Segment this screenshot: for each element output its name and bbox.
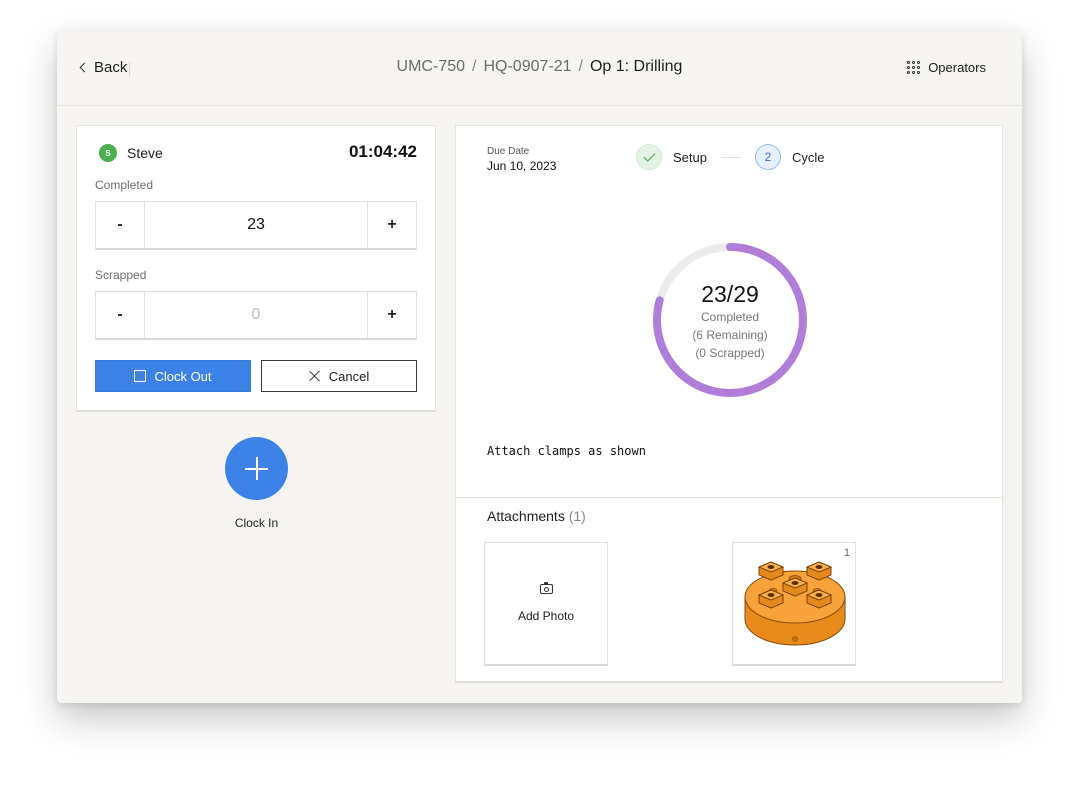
attachments-count: (1) bbox=[568, 508, 586, 524]
breadcrumb-machine[interactable]: UMC-750 bbox=[397, 58, 465, 75]
clock-in-button[interactable] bbox=[225, 437, 288, 500]
operator-name: Steve bbox=[127, 145, 163, 161]
attachments-title: Attachments bbox=[487, 508, 565, 524]
check-icon bbox=[642, 149, 656, 162]
clock-out-label: Clock Out bbox=[154, 368, 212, 384]
operation-instruction: Attach clamps as shown bbox=[487, 444, 646, 458]
completed-input[interactable]: 23 bbox=[145, 202, 367, 248]
add-photo-button[interactable]: Add Photo bbox=[484, 542, 608, 666]
plus-icon bbox=[245, 457, 268, 480]
operator-session-card: S Steve 01:04:42 Completed - 23 + Scrapp… bbox=[76, 125, 436, 412]
progress-summary: 23/29 Completed (6 Remaining) (0 Scrappe… bbox=[650, 240, 810, 400]
scrapped-label: Scrapped bbox=[95, 268, 147, 282]
cancel-button[interactable]: Cancel bbox=[261, 360, 417, 392]
step-setup-status[interactable] bbox=[636, 144, 662, 170]
completed-label: Completed bbox=[95, 178, 154, 192]
progress-completed-label: Completed bbox=[700, 310, 760, 324]
avatar: S bbox=[99, 144, 117, 162]
grid-icon bbox=[907, 61, 921, 74]
clock-in-label: Clock In bbox=[234, 516, 279, 530]
clock-out-button[interactable]: Clock Out bbox=[95, 360, 251, 392]
top-bar: Back UMC-750/HQ-0907-21/Op 1: Drilling O… bbox=[57, 31, 1022, 106]
due-date-label: Due Date bbox=[487, 146, 530, 157]
breadcrumb-job[interactable]: HQ-0907-21 bbox=[483, 58, 571, 75]
breadcrumb-separator: / bbox=[578, 58, 583, 75]
step-cycle-number[interactable]: 2 bbox=[754, 144, 781, 170]
operation-card: Due Date Jun 10, 2023 Setup 2 Cycle 23/2… bbox=[455, 125, 1003, 683]
progress-count: 23/29 bbox=[701, 281, 759, 307]
step-setup-label[interactable]: Setup bbox=[673, 150, 707, 165]
session-actions: Clock Out Cancel bbox=[95, 360, 417, 392]
camera-icon bbox=[540, 581, 553, 594]
add-photo-label: Add Photo bbox=[517, 609, 575, 623]
scrapped-increment-button[interactable]: + bbox=[367, 292, 416, 338]
progress-remaining-label: (6 Remaining) bbox=[692, 328, 768, 342]
progress-scrapped-label: (0 Scrapped) bbox=[695, 346, 765, 360]
completed-decrement-button[interactable]: - bbox=[96, 202, 145, 248]
app-window: Back UMC-750/HQ-0907-21/Op 1: Drilling O… bbox=[57, 31, 1022, 703]
progress-ring: 23/29 Completed (6 Remaining) (0 Scrappe… bbox=[650, 240, 810, 400]
completed-stepper: - 23 + bbox=[95, 201, 417, 250]
breadcrumb-operation: Op 1: Drilling bbox=[589, 58, 683, 75]
stop-square-icon bbox=[134, 370, 147, 382]
breadcrumb-separator: / bbox=[472, 58, 477, 75]
completed-increment-button[interactable]: + bbox=[367, 202, 416, 248]
attachment-thumbnail[interactable]: 1 bbox=[732, 542, 856, 666]
operators-label: Operators bbox=[928, 60, 986, 75]
session-timer: 01:04:42 bbox=[348, 142, 417, 161]
breadcrumb: UMC-750 / HQ-0907-21 / Op 1: Drilling bbox=[57, 58, 1022, 76]
attachments-header: Attachments (1) bbox=[487, 508, 586, 524]
step-connector bbox=[720, 156, 741, 158]
scrapped-stepper: - 0 + bbox=[95, 291, 417, 340]
cancel-label: Cancel bbox=[328, 368, 370, 384]
step-cycle-label[interactable]: Cycle bbox=[792, 150, 825, 165]
operator-info: S Steve bbox=[99, 144, 163, 162]
section-divider bbox=[456, 497, 1002, 498]
due-date-value: Jun 10, 2023 bbox=[487, 159, 557, 173]
scrapped-decrement-button[interactable]: - bbox=[96, 292, 145, 338]
close-icon bbox=[309, 370, 321, 382]
operation-steps: Setup 2 Cycle bbox=[636, 144, 825, 170]
scrapped-input[interactable]: 0 bbox=[145, 292, 367, 338]
operators-button[interactable]: Operators bbox=[907, 60, 986, 75]
machined-part-image bbox=[744, 561, 846, 646]
